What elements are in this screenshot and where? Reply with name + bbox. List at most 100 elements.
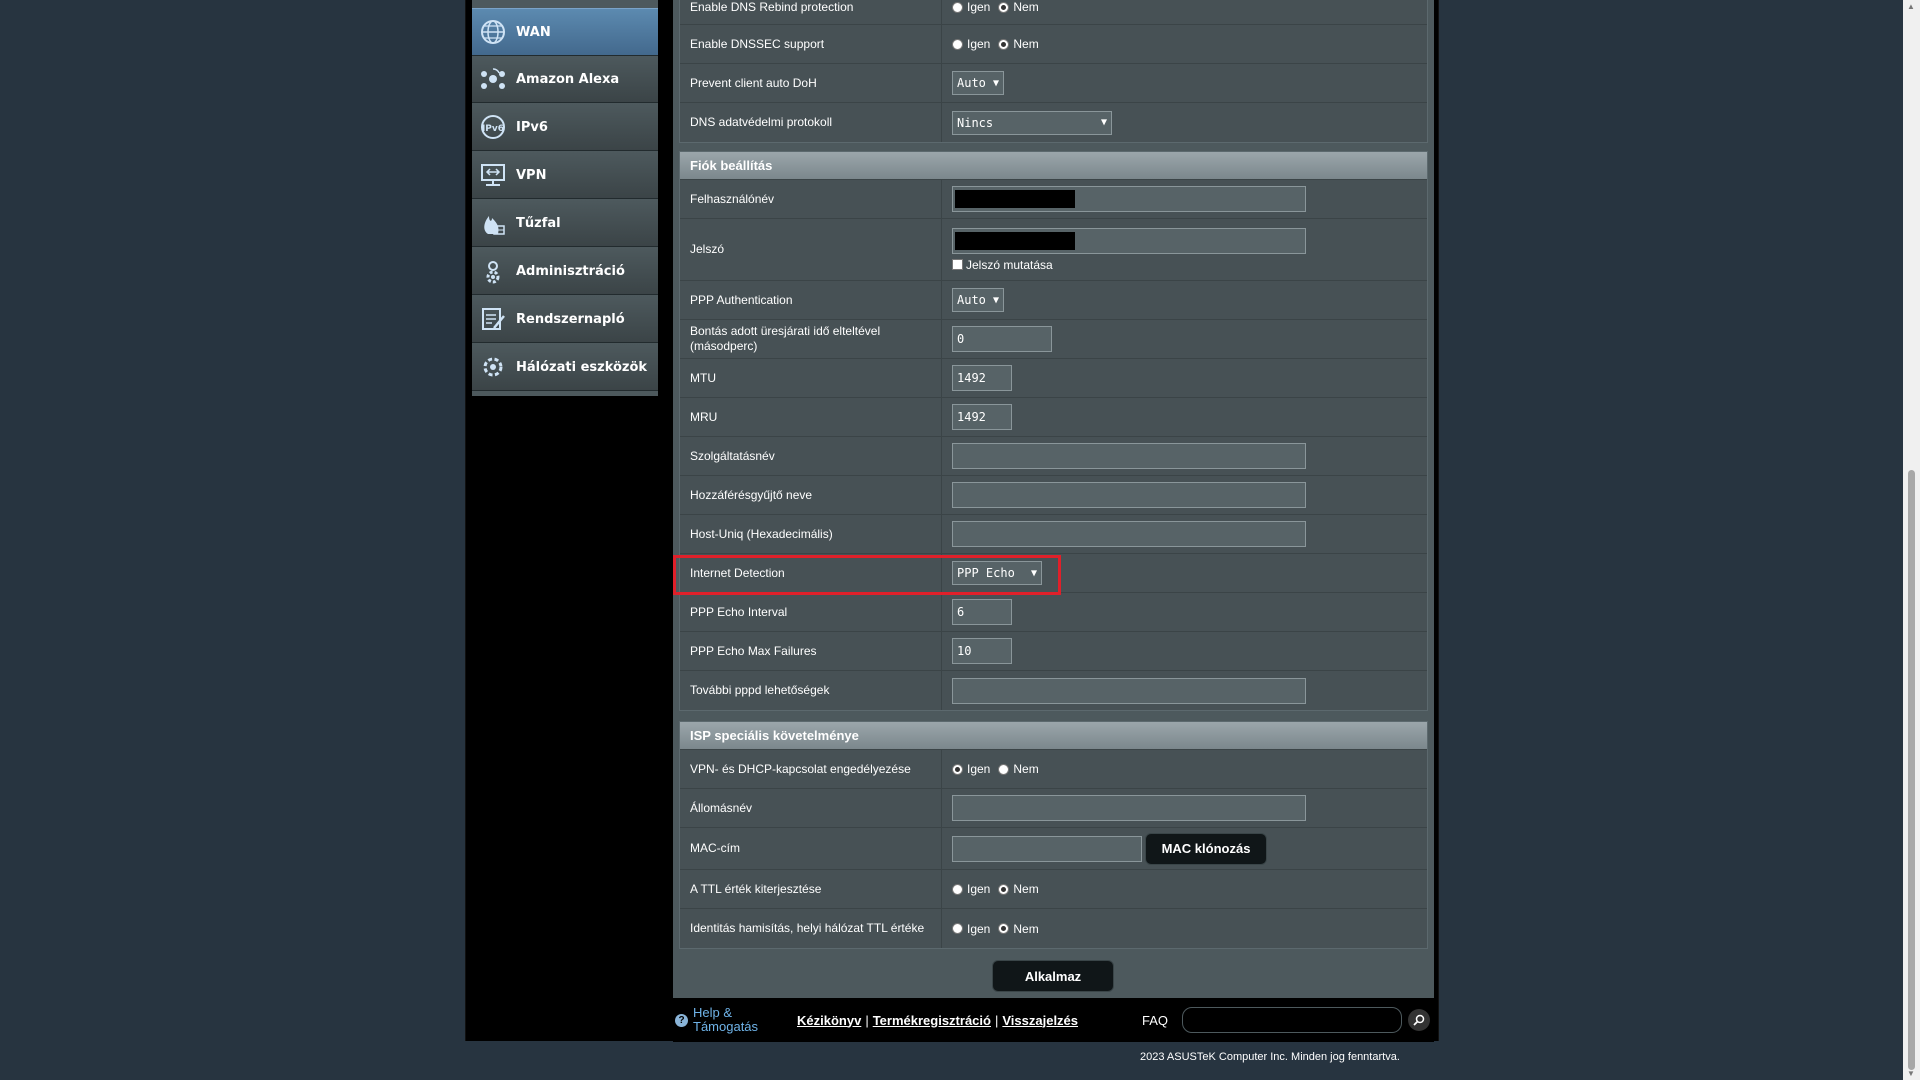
page-footer: ? Help & Támogatás Kézikönyv | Termékreg… <box>673 998 1434 1042</box>
mtu-row: MTU 1492 <box>680 359 1427 398</box>
ttl-spoof-yes-radio[interactable]: Igen <box>952 922 990 936</box>
help-support-link[interactable]: Help & Támogatás <box>693 1006 773 1034</box>
account-settings-table: Fiók beállítás Felhasználónév Jelszó Jel… <box>679 151 1428 711</box>
ttl-spoof-no-radio[interactable]: Nem <box>998 922 1039 936</box>
mac-address-input[interactable] <box>952 835 1142 862</box>
idle-timeout-label: Bontás adott üresjárati idő elteltével (… <box>680 320 942 358</box>
username-row: Felhasználónév <box>680 180 1427 219</box>
ac-name-label: Hozzáférésgyűjtő neve <box>680 476 942 514</box>
apply-button[interactable]: Alkalmaz <box>992 960 1114 992</box>
mru-row: MRU 1492 <box>680 398 1427 437</box>
mtu-label: MTU <box>680 359 942 397</box>
chevron-down-icon: ▼ <box>992 294 999 306</box>
ac-name-input[interactable] <box>952 482 1306 508</box>
password-row: Jelszó Jelszó mutatása <box>680 219 1427 281</box>
dnssec-yes-radio[interactable]: Igen <box>952 37 990 51</box>
echo-interval-row: PPP Echo Interval 6 <box>680 593 1427 632</box>
dns-rebind-label: Enable DNS Rebind protection <box>680 0 942 24</box>
host-uniq-input[interactable] <box>952 521 1306 547</box>
sidebar-item-label: Rendszernapló <box>516 311 625 327</box>
page-scrollbar[interactable]: ▲ ▼ <box>1903 0 1920 1080</box>
sidebar-item-network-tools[interactable]: Hálózati eszközök <box>472 344 658 391</box>
host-uniq-row: Host-Uniq (Hexadecimális) <box>680 515 1427 554</box>
idle-timeout-input[interactable]: 0 <box>952 326 1052 352</box>
help-icon: ? <box>675 1013 688 1027</box>
ppp-auth-label: PPP Authentication <box>680 281 942 319</box>
dnssec-no-radio[interactable]: Nem <box>998 37 1039 51</box>
ttl-extend-row: A TTL érték kiterjesztése Igen Nem <box>680 870 1427 909</box>
mru-input[interactable]: 1492 <box>952 404 1012 430</box>
sidebar-item-label: Hálózati eszközök <box>516 359 648 375</box>
dns-privacy-select[interactable]: Nincs ▼ <box>952 110 1112 135</box>
search-icon[interactable] <box>1408 1009 1431 1031</box>
ttl-spoof-row: Identitás hamisítás, helyi hálózat TTL é… <box>680 909 1427 948</box>
sidebar-menu: WAN Amazon Alexa IPv6 IPv6 VPN Tűzfal Ad… <box>472 0 658 396</box>
service-name-input[interactable] <box>952 443 1306 469</box>
product-registration-link[interactable]: Termékregisztráció <box>873 1013 991 1028</box>
show-password-checkbox[interactable]: Jelszó mutatása <box>952 258 1053 272</box>
doh-select[interactable]: Auto ▼ <box>952 71 1004 95</box>
mtu-input[interactable]: 1492 <box>952 365 1012 391</box>
service-name-label: Szolgáltatásnév <box>680 437 942 475</box>
sidebar-item-ipv6[interactable]: IPv6 IPv6 <box>472 104 658 151</box>
dnssec-row: Enable DNSSEC support Igen Nem <box>680 25 1427 64</box>
scrollbar-thumb[interactable] <box>1908 470 1915 1070</box>
vpn-dhcp-yes-radio[interactable]: Igen <box>952 762 990 776</box>
scroll-up-arrow[interactable]: ▲ <box>1907 2 1915 11</box>
pppd-options-label: További pppd lehetőségek <box>680 671 942 710</box>
sidebar-item-label: Adminisztráció <box>516 263 625 279</box>
dns-privacy-row: DNS adatvédelmi protokoll Nincs ▼ <box>680 103 1427 142</box>
sidebar-item-system-log[interactable]: Rendszernapló <box>472 296 658 343</box>
doh-label: Prevent client auto DoH <box>680 64 942 102</box>
mac-address-label: MAC-cím <box>680 828 942 869</box>
sidebar-item-label: VPN <box>516 167 547 183</box>
host-uniq-label: Host-Uniq (Hexadecimális) <box>680 515 942 553</box>
vpn-dhcp-no-radio[interactable]: Nem <box>998 762 1039 776</box>
sidebar-item-label: Amazon Alexa <box>516 71 620 87</box>
chevron-down-icon: ▼ <box>1100 117 1107 128</box>
scroll-down-arrow[interactable]: ▼ <box>1907 1069 1915 1078</box>
sidebar-item-administration[interactable]: Adminisztráció <box>472 248 658 295</box>
copyright-text: 2023 ASUSTeK Computer Inc. Minden jog fe… <box>1140 1051 1400 1063</box>
echo-interval-input[interactable]: 6 <box>952 599 1012 625</box>
sidebar-item-wan[interactable]: WAN <box>472 8 658 56</box>
hostname-row: Állomásnév <box>680 789 1427 828</box>
pppd-options-row: További pppd lehetőségek <box>680 671 1427 710</box>
network-tools-icon <box>478 352 508 382</box>
doh-row: Prevent client auto DoH Auto ▼ <box>680 64 1427 103</box>
chevron-down-icon: ▼ <box>992 77 999 89</box>
faq-search-input[interactable] <box>1182 1007 1403 1033</box>
ttl-extend-yes-radio[interactable]: Igen <box>952 882 990 896</box>
hostname-label: Állomásnév <box>680 789 942 827</box>
dns-rebind-yes-radio[interactable]: Igen <box>952 0 990 14</box>
alexa-icon <box>478 64 508 94</box>
sidebar-item-firewall[interactable]: Tűzfal <box>472 200 658 247</box>
echo-max-failures-input[interactable]: 10 <box>952 638 1012 664</box>
password-input[interactable] <box>952 227 1306 254</box>
feedback-link[interactable]: Visszajelzés <box>1002 1013 1078 1028</box>
ppp-auth-select[interactable]: Auto ▼ <box>952 288 1004 312</box>
dns-settings-table: Enable DNS Rebind protection Igen Nem En… <box>679 0 1428 143</box>
mac-address-row: MAC-cím MAC klónozás <box>680 828 1427 870</box>
admin-gear-icon <box>478 256 508 286</box>
hostname-input[interactable] <box>952 795 1306 821</box>
vpn-dhcp-label: VPN- és DHCP-kapcsolat engedélyezése <box>680 750 942 788</box>
pppd-options-input[interactable] <box>952 677 1306 704</box>
manual-link[interactable]: Kézikönyv <box>797 1013 861 1028</box>
username-input[interactable] <box>952 186 1306 212</box>
mac-clone-button[interactable]: MAC klónozás <box>1145 832 1267 865</box>
mru-label: MRU <box>680 398 942 436</box>
ppp-auth-row: PPP Authentication Auto ▼ <box>680 281 1427 320</box>
sidebar-item-vpn[interactable]: VPN <box>472 152 658 199</box>
vpn-dhcp-row: VPN- és DHCP-kapcsolat engedélyezése Ige… <box>680 750 1427 789</box>
system-log-icon <box>478 304 508 334</box>
ac-name-row: Hozzáférésgyűjtő neve <box>680 476 1427 515</box>
ttl-spoof-label: Identitás hamisítás, helyi hálózat TTL é… <box>680 909 942 948</box>
echo-max-failures-row: PPP Echo Max Failures 10 <box>680 632 1427 671</box>
echo-max-failures-label: PPP Echo Max Failures <box>680 632 942 670</box>
dns-rebind-row: Enable DNS Rebind protection Igen Nem <box>680 0 1427 25</box>
account-section-header: Fiók beállítás <box>680 152 1427 180</box>
dns-rebind-no-radio[interactable]: Nem <box>998 0 1039 14</box>
ttl-extend-no-radio[interactable]: Nem <box>998 882 1039 896</box>
sidebar-item-amazon-alexa[interactable]: Amazon Alexa <box>472 56 658 103</box>
